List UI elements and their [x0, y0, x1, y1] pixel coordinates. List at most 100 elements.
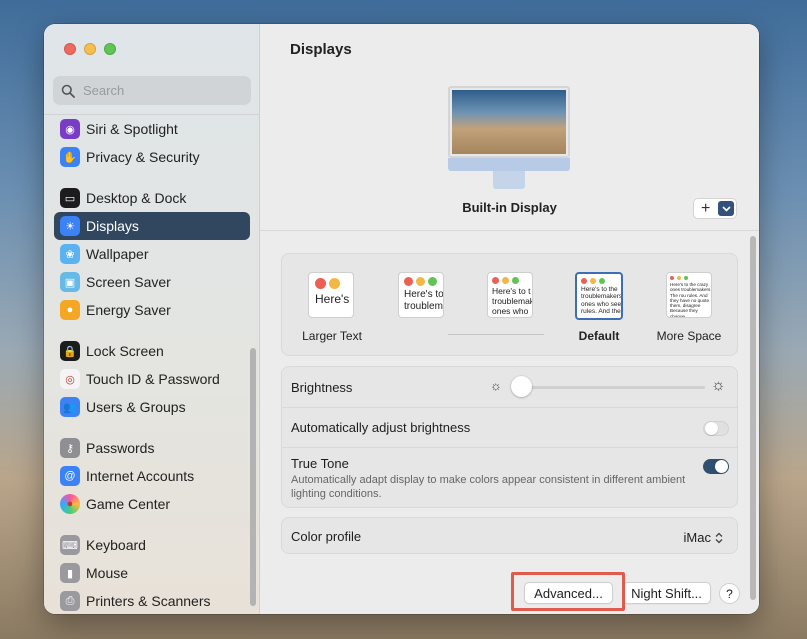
sidebar-item-lock-screen[interactable]: 🔒 Lock Screen	[54, 337, 250, 365]
night-shift-button[interactable]: Night Shift...	[622, 582, 711, 604]
sidebar-item-siri-spotlight[interactable]: ◉ Siri & Spotlight	[54, 115, 250, 143]
sidebar-item-label: Keyboard	[86, 537, 146, 553]
resolution-sample-text: Here's to the troublemakers. ones who se…	[581, 286, 623, 316]
sun-high-icon: ☼	[711, 377, 726, 394]
resolution-option-2[interactable]: Here's to troublem	[398, 272, 444, 318]
wallpaper-icon: ❀	[60, 244, 80, 264]
sidebar-item-displays[interactable]: ☀ Displays	[54, 212, 250, 240]
sidebar-item-keyboard[interactable]: ⌨ Keyboard	[54, 531, 250, 559]
add-display-button[interactable]: +	[693, 198, 737, 219]
sidebar-item-screen-saver[interactable]: ▣ Screen Saver	[54, 268, 250, 296]
true-tone-row: True Tone Automatically adapt display to…	[282, 447, 737, 507]
users-icon: 👥	[60, 397, 80, 417]
displays-sun-icon: ☀	[60, 216, 80, 236]
sidebar-item-passwords[interactable]: ⚷ Passwords	[54, 434, 250, 462]
system-settings-window: ◉ Siri & Spotlight ✋ Privacy & Security ▭ Des…	[44, 24, 759, 614]
dock-icon: ▭	[60, 188, 80, 208]
resolution-sample-text: Here's to t troublemake ones who	[492, 286, 532, 316]
sidebar-item-game-center[interactable]: ● Game Center	[54, 490, 250, 518]
keyboard-icon: ⌨	[60, 535, 80, 555]
mouse-icon: ▮	[60, 563, 80, 583]
resolution-sample-text: Here's to the crazy ones troublemakers. …	[670, 282, 712, 318]
main-pane: Displays Built-in Display + Here's Large…	[260, 24, 759, 614]
advanced-button-highlight	[511, 572, 625, 611]
search-field[interactable]	[53, 76, 251, 105]
printer-icon: ⎙	[60, 591, 80, 611]
main-scrollbar[interactable]	[750, 236, 756, 600]
sidebar-item-label: Siri & Spotlight	[86, 121, 178, 137]
brightness-row: Brightness ☼ ☼	[282, 367, 737, 407]
auto-brightness-label: Automatically adjust brightness	[291, 420, 471, 435]
hand-icon: ✋	[60, 147, 80, 167]
sidebar-item-privacy-security[interactable]: ✋ Privacy & Security	[54, 143, 250, 171]
sidebar-item-label: Users & Groups	[86, 399, 186, 415]
search-icon	[61, 84, 75, 98]
at-icon: @	[60, 466, 80, 486]
auto-brightness-toggle[interactable]	[703, 421, 729, 436]
chevron-down-icon[interactable]	[718, 201, 734, 216]
brightness-slider-track[interactable]	[512, 386, 705, 389]
resolution-label: Larger Text	[302, 329, 362, 343]
resolution-option-larger-text[interactable]: Here's	[308, 272, 354, 318]
sidebar-item-label: Screen Saver	[86, 274, 171, 290]
color-profile-card: Color profile iMac	[281, 517, 738, 554]
resolution-sample-text: Here's	[315, 292, 350, 306]
resolution-option-3[interactable]: Here's to t troublemake ones who	[487, 272, 533, 318]
true-tone-label: True Tone	[291, 456, 349, 471]
plus-icon: +	[701, 199, 711, 217]
true-tone-toggle[interactable]	[703, 459, 729, 474]
sidebar-item-wallpaper[interactable]: ❀ Wallpaper	[54, 240, 250, 268]
sidebar-item-label: Printers & Scanners	[86, 593, 211, 609]
sidebar-item-printers-scanners[interactable]: ⎙ Printers & Scanners	[54, 587, 250, 614]
close-button[interactable]	[64, 43, 76, 55]
resolution-option-more-space[interactable]: Here's to the crazy ones troublemakers. …	[666, 272, 712, 318]
sidebar-item-touch-id-password[interactable]: ◎ Touch ID & Password	[54, 365, 250, 393]
lightbulb-icon: ●	[60, 300, 80, 320]
sidebar-item-label: Touch ID & Password	[86, 371, 220, 387]
resolution-label: More Space	[656, 329, 722, 343]
resolution-picker: Here's Larger Text Here's to troublem He…	[281, 253, 738, 356]
sidebar-item-label: Desktop & Dock	[86, 190, 187, 206]
color-profile-popup[interactable]: iMac	[684, 530, 723, 545]
fingerprint-icon: ◎	[60, 369, 80, 389]
color-profile-row: Color profile iMac	[282, 518, 737, 555]
display-name: Built-in Display	[462, 200, 557, 215]
true-tone-description: Automatically adapt display to make colo…	[291, 474, 686, 500]
brightness-card: Brightness ☼ ☼ Automatically adjust brig…	[281, 366, 738, 508]
page-title: Displays	[290, 41, 352, 58]
help-button[interactable]: ?	[719, 583, 740, 604]
resolution-option-default[interactable]: Here's to the troublemakers. ones who se…	[575, 272, 623, 320]
sidebar-item-label: Game Center	[86, 496, 171, 512]
auto-brightness-row: Automatically adjust brightness	[282, 407, 737, 447]
resolution-sample-text: Here's to troublem	[404, 289, 444, 312]
sidebar-item-mouse[interactable]: ▮ Mouse	[54, 559, 250, 587]
sidebar-item-label: Wallpaper	[86, 246, 149, 262]
siri-icon: ◉	[60, 119, 80, 139]
sidebar-item-desktop-dock[interactable]: ▭ Desktop & Dock	[54, 184, 250, 212]
key-icon: ⚷	[60, 438, 80, 458]
sidebar-item-energy-saver[interactable]: ● Energy Saver	[54, 296, 250, 324]
screen-saver-icon: ▣	[60, 272, 80, 292]
search-input[interactable]	[83, 83, 233, 98]
sidebar-item-label: Energy Saver	[86, 302, 171, 318]
color-profile-value: iMac	[683, 530, 711, 545]
sidebar-item-internet-accounts[interactable]: @ Internet Accounts	[54, 462, 250, 490]
sidebar-item-label: Lock Screen	[86, 343, 164, 359]
sidebar-item-label: Passwords	[86, 440, 155, 456]
sidebar-list: ◉ Siri & Spotlight ✋ Privacy & Security ▭ Des…	[54, 115, 250, 614]
brightness-slider-knob[interactable]	[511, 376, 532, 397]
sidebar-item-label: Mouse	[86, 565, 129, 581]
sidebar-item-users-groups[interactable]: 👥 Users & Groups	[54, 393, 250, 421]
brightness-label: Brightness	[291, 379, 353, 395]
color-profile-label: Color profile	[291, 529, 362, 544]
zoom-button[interactable]	[104, 43, 116, 55]
imac-display-icon[interactable]	[448, 86, 570, 189]
chevron-updown-icon	[715, 532, 723, 543]
game-center-icon: ●	[60, 494, 80, 514]
sidebar-scrollbar[interactable]	[250, 348, 256, 606]
resolution-track	[448, 334, 544, 335]
minimize-button[interactable]	[84, 43, 96, 55]
